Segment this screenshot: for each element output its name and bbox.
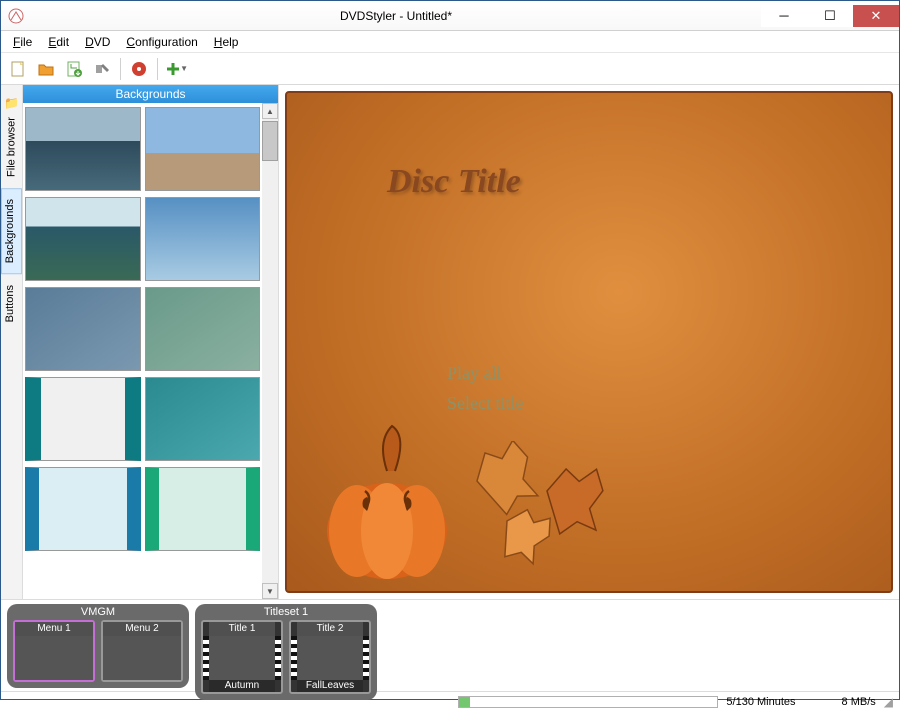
sidetab-backgrounds[interactable]: Backgrounds [1,188,22,274]
item-thumb [15,636,93,680]
film-strip-icon [203,636,209,680]
bitrate-text: 8 MB/s [842,696,876,708]
film-strip-icon [291,636,297,680]
item-label: Title 2 [297,622,363,636]
timeline-menu-item[interactable]: Menu 1 [13,620,95,682]
toolbar-separator [157,58,158,80]
sidetab-label: Backgrounds [4,199,16,263]
preview-pane: Disc Title Play all Select title [279,85,899,599]
folder-icon: 📁 [4,96,19,110]
resize-grip-icon[interactable]: ◢ [884,695,893,709]
scroll-up-icon[interactable]: ▲ [262,103,278,119]
timeline-group-titleset: Titleset 1 Title 1 Autumn Title 2 FallLe… [195,604,377,700]
timeline: VMGM Menu 1 Menu 2 Titleset 1 Title 1 Au… [1,599,899,691]
background-thumb[interactable] [25,467,141,551]
menu-bar: File Edit DVD Configuration Help [1,31,899,53]
background-thumb[interactable] [145,467,261,551]
backgrounds-panel: Backgrounds ▲ ▼ [23,85,279,599]
background-thumb[interactable] [145,287,261,371]
new-button[interactable] [5,56,31,82]
film-strip-icon [275,636,281,680]
sidetab-label: File browser [5,117,17,177]
leaves-graphic [437,441,657,581]
background-thumb[interactable] [145,197,261,281]
pumpkin-graphic [317,421,457,581]
item-label: Title 1 [209,622,275,636]
background-thumbnails: ▲ ▼ [23,103,278,599]
timeline-menu-item[interactable]: Menu 2 [101,620,183,682]
open-button[interactable] [33,56,59,82]
toolbar: ▼ [1,53,899,85]
close-button[interactable]: ✕ [853,5,899,27]
menu-help[interactable]: Help [206,33,247,51]
timeline-title-item[interactable]: Title 1 Autumn [201,620,283,694]
sidetab-buttons[interactable]: Buttons [1,274,22,333]
group-label: Titleset 1 [201,606,371,620]
side-tabs: File browser 📁 Backgrounds Buttons [1,85,23,599]
sidetab-file-browser[interactable]: File browser 📁 [1,85,22,188]
scrollbar[interactable]: ▲ ▼ [262,103,278,599]
window-title: DVDStyler - Untitled* [31,9,761,23]
item-footer: FallLeaves [297,680,363,692]
panel-header: Backgrounds [23,85,278,103]
disc-title-text[interactable]: Disc Title [387,163,521,201]
save-button[interactable] [61,56,87,82]
background-thumb[interactable] [25,377,141,461]
status-bar: 5/130 Minutes 8 MB/s ◢ [1,691,899,711]
maximize-button[interactable]: ☐ [807,5,853,27]
play-all-button[interactable]: Play all [447,363,502,384]
item-label: Menu 2 [103,622,181,636]
background-thumb[interactable] [25,197,141,281]
burn-button[interactable] [126,56,152,82]
timeline-group-vmgm: VMGM Menu 1 Menu 2 [7,604,189,688]
menu-dvd[interactable]: DVD [77,33,118,51]
menu-configuration[interactable]: Configuration [118,33,205,51]
titlebar: DVDStyler - Untitled* ─ ☐ ✕ [1,1,899,31]
item-thumb [209,636,275,680]
film-strip-icon [363,636,369,680]
item-thumb [297,636,363,680]
duration-text: 5/130 Minutes [726,696,795,708]
minimize-button[interactable]: ─ [761,5,807,27]
menu-file[interactable]: File [5,33,40,51]
item-thumb [103,636,181,680]
progress-bar-fill [459,697,469,707]
app-icon [1,1,31,31]
dropdown-arrow-icon: ▼ [180,64,188,73]
select-title-button[interactable]: Select title [447,393,523,414]
sidetab-label: Buttons [4,285,16,322]
scroll-thumb[interactable] [262,121,278,161]
background-thumb[interactable] [145,377,261,461]
toolbar-separator [120,58,121,80]
settings-button[interactable] [89,56,115,82]
main-area: File browser 📁 Backgrounds Buttons Backg… [1,85,899,599]
scroll-down-icon[interactable]: ▼ [262,583,278,599]
background-thumb[interactable] [145,107,261,191]
background-thumb[interactable] [25,107,141,191]
item-label: Menu 1 [15,622,93,636]
add-button[interactable]: ▼ [163,56,189,82]
menu-preview[interactable]: Disc Title Play all Select title [285,91,893,593]
timeline-title-item[interactable]: Title 2 FallLeaves [289,620,371,694]
background-thumb[interactable] [25,287,141,371]
item-footer: Autumn [209,680,275,692]
group-label: VMGM [13,606,183,620]
capacity-progress [458,696,718,708]
menu-edit[interactable]: Edit [40,33,77,51]
